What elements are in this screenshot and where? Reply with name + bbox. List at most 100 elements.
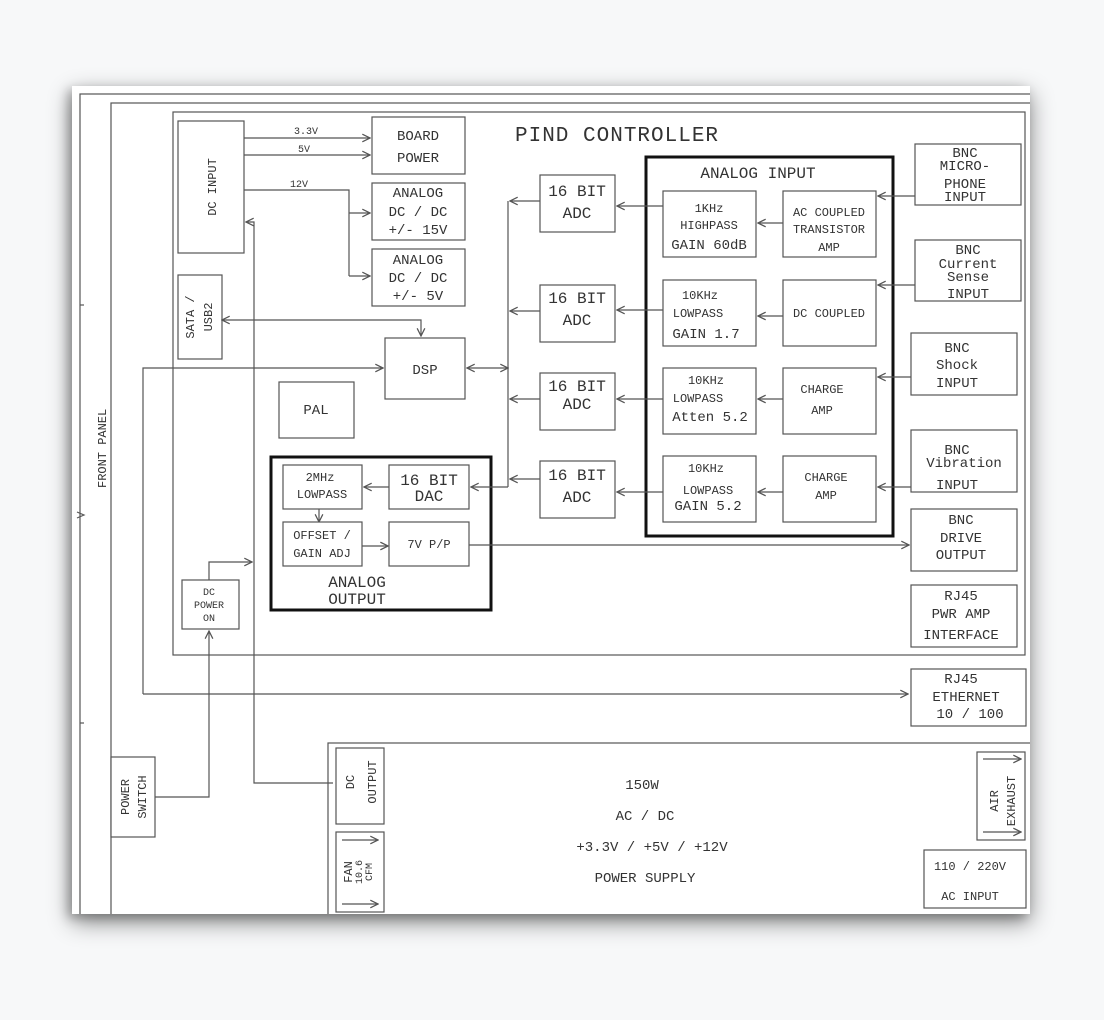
svg-text:ADC: ADC	[563, 489, 592, 507]
svg-text:ANALOG: ANALOG	[393, 253, 443, 269]
bnc-microphone-input: BNC MICRO- PHONE INPUT	[914, 143, 1022, 206]
analog-dcdc-15v-block: ANALOG DC / DC +/- 15V	[371, 182, 466, 241]
amp-block-4: CHARGE AMP	[782, 455, 877, 523]
svg-text:AMP: AMP	[811, 404, 833, 418]
diagram-title: PIND CONTROLLER	[515, 125, 719, 148]
pal-block: PAL	[278, 381, 355, 439]
svg-text:16 BIT: 16 BIT	[548, 378, 606, 396]
svg-text:DC COUPLED: DC COUPLED	[793, 307, 865, 321]
dc-input-block: DC INPUT	[177, 120, 245, 254]
rail-12v-line	[244, 189, 350, 276]
psu-type: AC / DC	[616, 809, 675, 825]
svg-text:DC / DC: DC / DC	[389, 271, 448, 287]
bnc-current-sense-input: BNC Current Sense INPUT	[914, 239, 1022, 303]
svg-text:DAC: DAC	[415, 488, 444, 506]
svg-text:OUTPUT: OUTPUT	[328, 591, 386, 609]
svg-text:MICRO-: MICRO-	[940, 159, 990, 175]
filter-block-2: 10KHz LOWPASS GAIN 1.7	[662, 279, 757, 347]
vpp-block: 7V P/P	[388, 521, 470, 567]
analog-input-label: ANALOG INPUT	[700, 165, 815, 183]
svg-text:HIGHPASS: HIGHPASS	[680, 219, 738, 233]
rj45-ethernet: RJ45 ETHERNET 10 / 100	[910, 668, 1027, 727]
filter-block-3: 10KHz LOWPASS Atten 5.2	[662, 367, 757, 435]
svg-text:GAIN ADJ: GAIN ADJ	[293, 547, 351, 561]
svg-text:SWITCH: SWITCH	[136, 775, 150, 818]
block-diagram: FRONT PANEL PIND CONTROLLER DC INPUT 3.3…	[76, 93, 1030, 914]
ac-input-block: 110 / 220V AC INPUT	[923, 849, 1027, 909]
lowpass-2mhz-block: 2MHz LOWPASS	[282, 464, 363, 510]
svg-text:10 / 100: 10 / 100	[936, 707, 1003, 723]
svg-text:GAIN 1.7: GAIN 1.7	[672, 327, 739, 343]
rj45-pwr-amp-interface: RJ45 PWR AMP INTERFACE	[910, 584, 1018, 648]
adc-block-4: 16 BIT ADC	[539, 460, 616, 519]
analog-dcdc-5v-block: ANALOG DC / DC +/- 5V	[371, 248, 466, 307]
filter-block-4: 10KHz LOWPASS GAIN 5.2	[662, 455, 757, 523]
svg-text:GAIN 60dB: GAIN 60dB	[671, 238, 747, 254]
fan-block: FAN 10.6 CFM	[335, 831, 385, 913]
adc-block-2: 16 BIT ADC	[539, 284, 616, 343]
svg-text:ADC: ADC	[563, 205, 592, 223]
svg-text:POWER: POWER	[194, 601, 224, 612]
svg-text:16 BIT: 16 BIT	[548, 183, 606, 201]
svg-text:ETHERNET: ETHERNET	[932, 690, 999, 706]
air-exhaust-block: AIR EXHAUST	[976, 751, 1026, 841]
svg-text:CHARGE: CHARGE	[804, 471, 847, 485]
front-panel-label: FRONT PANEL	[96, 409, 110, 488]
amp-block-1: AC COUPLED TRANSISTOR AMP	[782, 190, 877, 258]
svg-text:RJ45: RJ45	[944, 589, 978, 605]
svg-text:+/- 5V: +/- 5V	[393, 289, 444, 305]
analog-output-label: ANALOG	[328, 574, 386, 592]
svg-text:10KHz: 10KHz	[688, 462, 724, 476]
svg-text:BNC: BNC	[948, 513, 973, 529]
svg-text:PAL: PAL	[303, 403, 328, 419]
svg-text:ADC: ADC	[563, 312, 592, 330]
svg-text:INTERFACE: INTERFACE	[923, 628, 999, 644]
svg-text:INPUT: INPUT	[947, 287, 989, 303]
svg-text:INPUT: INPUT	[944, 190, 986, 206]
svg-text:INPUT: INPUT	[936, 478, 978, 494]
filter-block-1: 1KHz HIGHPASS GAIN 60dB	[662, 190, 757, 258]
psu-wattage: 150W	[625, 778, 659, 794]
svg-text:16 BIT: 16 BIT	[548, 290, 606, 308]
svg-text:2MHz: 2MHz	[306, 471, 335, 485]
svg-text:Sense: Sense	[947, 270, 989, 286]
svg-text:DSP: DSP	[412, 363, 437, 379]
svg-text:AIR: AIR	[988, 790, 1002, 812]
sata-dsp-link	[222, 320, 421, 336]
svg-text:TRANSISTOR: TRANSISTOR	[793, 223, 865, 237]
svg-text:16 BIT: 16 BIT	[548, 467, 606, 485]
dsp-block: DSP	[384, 337, 466, 400]
svg-text:LOWPASS: LOWPASS	[297, 488, 347, 502]
svg-text:110 / 220V: 110 / 220V	[934, 860, 1007, 874]
svg-text:BNC: BNC	[944, 341, 969, 357]
svg-text:OUTPUT: OUTPUT	[366, 760, 380, 803]
svg-text:OFFSET /: OFFSET /	[293, 529, 351, 543]
svg-text:SATA /: SATA /	[184, 295, 198, 338]
svg-text:7V P/P: 7V P/P	[407, 538, 450, 552]
svg-text:FAN: FAN	[342, 861, 356, 883]
diagram-page: FRONT PANEL PIND CONTROLLER DC INPUT 3.3…	[72, 86, 1030, 914]
bnc-vibration-input: BNC Vibration INPUT	[910, 429, 1018, 494]
svg-text:AMP: AMP	[818, 241, 840, 255]
dc-power-on-block: DC POWER ON	[181, 579, 240, 630]
svg-text:RJ45: RJ45	[944, 672, 978, 688]
amp-block-2: DC COUPLED	[782, 279, 877, 347]
svg-text:DC: DC	[203, 588, 215, 599]
svg-text:BOARD: BOARD	[397, 129, 439, 145]
svg-text:AC COUPLED: AC COUPLED	[793, 206, 865, 220]
svg-text:GAIN 5.2: GAIN 5.2	[674, 499, 741, 515]
svg-text:DC: DC	[344, 775, 358, 789]
adc-block-3: 16 BIT ADC	[539, 372, 616, 431]
rail-5v-label: 5V	[298, 145, 310, 156]
dac-block: 16 BIT DAC	[388, 464, 470, 510]
svg-text:DRIVE: DRIVE	[940, 531, 982, 547]
svg-text:ADC: ADC	[563, 396, 592, 414]
svg-text:PWR AMP: PWR AMP	[932, 607, 991, 623]
rail-3v3-label: 3.3V	[294, 127, 318, 138]
svg-text:INPUT: INPUT	[936, 376, 978, 392]
adc-block-1: 16 BIT ADC	[539, 174, 616, 233]
dc-output-block: DC OUTPUT	[335, 747, 385, 825]
svg-text:AC INPUT: AC INPUT	[941, 890, 999, 904]
svg-text:DC INPUT: DC INPUT	[206, 158, 220, 216]
amp-block-3: CHARGE AMP	[782, 367, 877, 435]
